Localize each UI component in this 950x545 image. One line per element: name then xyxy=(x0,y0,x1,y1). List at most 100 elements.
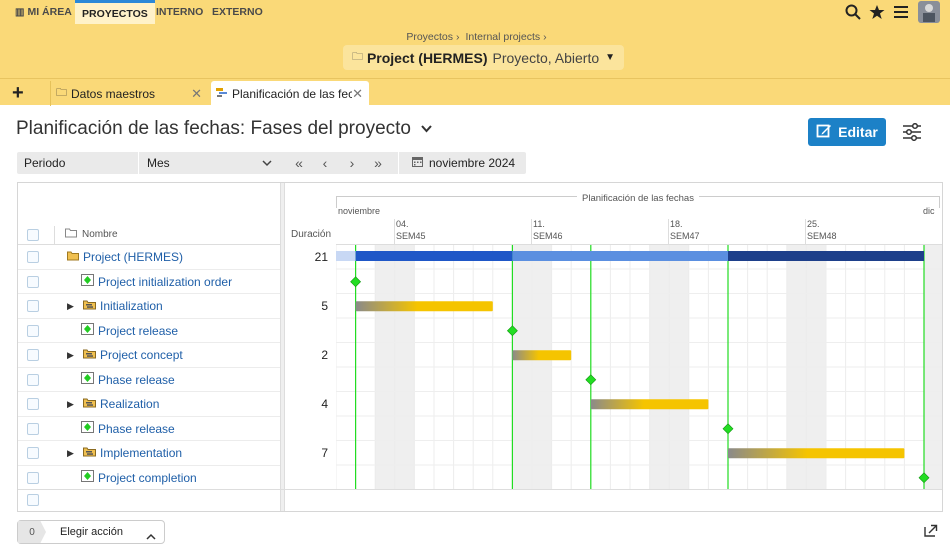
week-day-label: 18. xyxy=(670,219,683,229)
expand-icon[interactable]: ▶ xyxy=(67,399,77,410)
row-duration xyxy=(288,319,328,343)
row-checkbox[interactable] xyxy=(27,398,39,410)
expand-icon[interactable]: ▶ xyxy=(67,448,77,459)
row-duration xyxy=(288,417,328,441)
top-header: ▥ MI ÁREA PROYECTOS INTERNO EXTERNO Proy… xyxy=(0,0,950,78)
row-name[interactable]: Project initialization order xyxy=(65,270,232,294)
select-all-checkbox[interactable] xyxy=(27,229,39,241)
row-checkbox[interactable] xyxy=(27,251,39,263)
project-selector[interactable]: 🗀 Project (HERMES) Proyecto, Abierto ▼ xyxy=(343,45,624,70)
selected-count: 0 xyxy=(18,521,46,543)
phase-folder-icon xyxy=(83,397,96,411)
avatar[interactable] xyxy=(918,1,940,23)
milestone-icon xyxy=(81,372,94,387)
month-label-november: noviembre xyxy=(338,206,381,216)
row-checkbox[interactable] xyxy=(27,349,39,361)
row-name-label: Realization xyxy=(100,397,160,411)
phase-bar xyxy=(728,448,905,459)
close-icon[interactable]: ✕ xyxy=(191,86,202,102)
phase-bar xyxy=(355,301,493,312)
splitter-handle[interactable] xyxy=(280,183,285,511)
nav-internal[interactable]: INTERNO xyxy=(156,0,203,24)
double-chevron-right-icon[interactable]: » xyxy=(370,152,386,174)
week-day-label: 11. xyxy=(533,219,545,229)
nav-external[interactable]: EXTERNO xyxy=(212,0,263,24)
phase-bar xyxy=(512,350,572,361)
row-name[interactable]: Project completion xyxy=(65,466,197,490)
row-name[interactable]: Phase release xyxy=(65,417,175,441)
period-select[interactable]: Mes xyxy=(138,152,276,174)
tab-date-planning[interactable]: Planificación de las fechas ✕ xyxy=(211,81,369,106)
col-name-header[interactable]: Nombre xyxy=(65,228,118,241)
row-duration xyxy=(288,368,328,392)
row-checkbox[interactable] xyxy=(27,471,39,484)
project-name: Project (HERMES) xyxy=(366,49,488,66)
row-name[interactable]: ▶ Project concept xyxy=(65,343,183,367)
add-tab-icon[interactable]: + xyxy=(12,81,40,106)
double-chevron-left-icon[interactable]: « xyxy=(291,152,307,174)
row-checkbox[interactable] xyxy=(27,300,39,312)
month-picker[interactable]: noviembre 2024 xyxy=(398,152,515,174)
row-duration xyxy=(288,466,328,490)
nav-my-area[interactable]: ▥ MI ÁREA xyxy=(15,0,72,24)
chevron-down-icon xyxy=(262,156,272,170)
folder-icon xyxy=(67,250,79,264)
folder-icon: 🗀 xyxy=(351,51,363,63)
month-label-december: dic xyxy=(923,206,935,216)
row-checkbox[interactable] xyxy=(27,373,39,386)
row-checkbox[interactable] xyxy=(27,447,39,459)
row-checkbox[interactable] xyxy=(27,275,39,288)
breadcrumb-projects[interactable]: Proyectos xyxy=(406,31,453,43)
row-name[interactable]: ▶ Implementation xyxy=(65,441,182,465)
gantt-title-wrap: Planificación de las fechas xyxy=(336,188,940,206)
project-bar-lead xyxy=(336,251,356,261)
row-duration xyxy=(288,270,328,294)
settings-sliders-icon[interactable] xyxy=(902,122,922,146)
tab-master-data[interactable]: 🗀 Datos maestros ✕ xyxy=(50,81,208,106)
chevron-up-icon xyxy=(146,527,156,545)
milestone-icon xyxy=(81,274,94,289)
close-icon[interactable]: ✕ xyxy=(352,86,363,102)
gantt-grid: Nombre Duración Planificación de las fec… xyxy=(17,182,943,512)
action-dropdown[interactable]: 0 Elegir acción xyxy=(17,520,165,544)
chevron-left-icon[interactable]: ‹ xyxy=(317,152,333,174)
expand-icon[interactable]: ▶ xyxy=(67,301,77,312)
expand-icon[interactable]: ▶ xyxy=(67,350,77,361)
chevron-right-icon[interactable]: › xyxy=(344,152,360,174)
row-name[interactable]: Phase release xyxy=(65,368,175,392)
col-duration-header[interactable]: Duración xyxy=(291,229,331,240)
week-number-label: SEM47 xyxy=(670,231,700,241)
folder-open-icon xyxy=(65,228,78,241)
menu-icon[interactable] xyxy=(892,3,910,21)
project-status: Proyecto, Abierto xyxy=(492,49,600,66)
search-icon[interactable] xyxy=(844,3,862,21)
building-icon: ▥ xyxy=(15,6,25,18)
project-bar-segment xyxy=(355,251,513,261)
row-duration: 5 xyxy=(321,299,328,313)
star-icon[interactable] xyxy=(868,3,886,21)
row-name[interactable]: ▶ Realization xyxy=(65,392,159,416)
week-number-label: SEM46 xyxy=(533,231,563,241)
row-name[interactable]: Project release xyxy=(65,319,178,343)
nav-projects[interactable]: PROYECTOS xyxy=(75,0,155,24)
action-label: Elegir acción xyxy=(60,526,123,538)
breadcrumb-internal-projects[interactable]: Internal projects xyxy=(465,31,540,43)
row-name[interactable]: Project (HERMES) xyxy=(65,245,183,269)
row-name-label: Project (HERMES) xyxy=(83,250,184,264)
row-name[interactable]: ▶ Initialization xyxy=(65,294,163,318)
chevron-down-icon[interactable] xyxy=(421,122,432,136)
milestone-icon xyxy=(81,470,94,485)
grid-bottom-line xyxy=(18,489,942,490)
row-name-label: Project completion xyxy=(98,470,197,485)
gantt-title: Planificación de las fechas xyxy=(577,193,699,204)
new-row-checkbox[interactable] xyxy=(27,494,39,506)
row-name-label: Phase release xyxy=(98,372,175,387)
edit-button[interactable]: Editar xyxy=(808,118,886,146)
project-bar-segment xyxy=(512,251,728,261)
edit-icon xyxy=(816,123,832,142)
row-checkbox[interactable] xyxy=(27,324,39,337)
week-tick xyxy=(805,219,806,245)
export-icon[interactable] xyxy=(924,524,938,542)
week-tick xyxy=(394,219,395,245)
row-checkbox[interactable] xyxy=(27,422,39,435)
